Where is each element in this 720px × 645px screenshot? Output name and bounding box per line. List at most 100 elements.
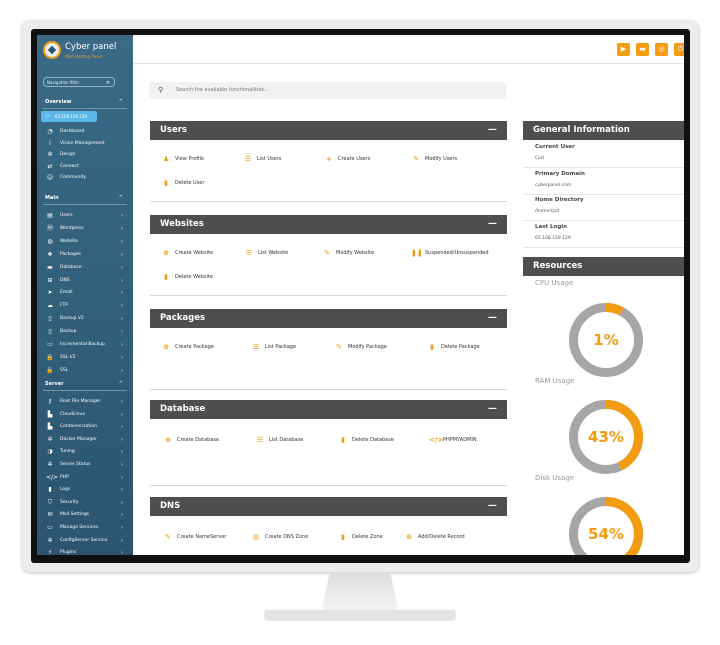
brand[interactable]: Cyber panel Web Hosting Panel bbox=[41, 38, 133, 66]
sidebar-item-ssl-v2[interactable]: 🔒 SSL V2 › bbox=[37, 352, 133, 364]
sidebar-item-dns[interactable]: ⊞ DNS › bbox=[37, 275, 133, 287]
sidebar-item-root-file-manager[interactable]: ⚷ Root File Manager › bbox=[37, 396, 133, 408]
chevron-right-icon: › bbox=[121, 424, 123, 431]
sidebar-item-label: Backup V2 bbox=[60, 316, 84, 322]
sidebar-item-ftp[interactable]: ☁ FTP › bbox=[37, 300, 133, 312]
chevron-right-icon: › bbox=[121, 411, 123, 418]
ip-address-text: 65.108.159.129 bbox=[55, 114, 87, 119]
chevron-right-icon: › bbox=[121, 277, 123, 284]
chevron-right-icon: › bbox=[121, 474, 123, 481]
sidebar-item-dashboard[interactable]: ◔ Dashboard bbox=[37, 126, 133, 138]
sidebar-section-main[interactable]: Main ^ bbox=[37, 193, 133, 203]
database-panel-header[interactable]: Database — bbox=[150, 400, 507, 419]
globe-icon: ◍ bbox=[47, 237, 53, 245]
sidebar-item-ssl[interactable]: 🔒 SSL › bbox=[37, 365, 133, 377]
globe-icon: ◍ bbox=[252, 533, 260, 541]
chevron-right-icon: › bbox=[121, 436, 123, 443]
power-icon[interactable]: ⏻ bbox=[674, 43, 684, 56]
sidebar-item-backup-v2[interactable]: ▯ Backup V2 › bbox=[37, 313, 133, 325]
sidebar-item-security[interactable]: ⛉ Security › bbox=[37, 497, 133, 509]
packages-panel-title: Packages bbox=[160, 313, 206, 323]
sidebar-item-label: Backup bbox=[60, 329, 77, 335]
gear-icon: ✲ bbox=[47, 435, 53, 443]
action-label: Delete User bbox=[175, 180, 205, 186]
sidebar-item-label: Tuning bbox=[60, 449, 75, 455]
websites-panel-header[interactable]: Websites — bbox=[150, 215, 507, 234]
shield-icon: ⛉ bbox=[47, 498, 53, 506]
key-icon: ⚷ bbox=[47, 398, 53, 405]
sidebar: Cyber panel Web Hosting Panel Navigation… bbox=[37, 35, 133, 555]
sidebar-section-server[interactable]: Server ^ bbox=[37, 379, 133, 389]
action-label: List Website bbox=[258, 250, 289, 256]
sidebar-section-overview[interactable]: Overview ^ bbox=[37, 97, 133, 107]
sidebar-item-php[interactable]: </> PHP › bbox=[37, 472, 133, 484]
users-panel-header[interactable]: Users — bbox=[150, 121, 507, 140]
collapse-icon[interactable]: — bbox=[488, 309, 497, 328]
brand-subtitle: Web Hosting Panel bbox=[65, 54, 103, 59]
edit-icon: ✎ bbox=[324, 249, 330, 257]
sidebar-item-configserver-service[interactable]: ✲ ConfigServer Service › bbox=[37, 535, 133, 547]
gear-icon: ✲ bbox=[47, 151, 53, 159]
sidebar-item-wordpress[interactable]: Ⓦ Wordpress › bbox=[37, 223, 133, 235]
ip-address-badge[interactable]: ▭ 65.108.159.129 bbox=[41, 111, 97, 122]
sidebar-item-server-status[interactable]: ✲ Server Status › bbox=[37, 459, 133, 471]
chevron-right-icon: › bbox=[121, 537, 123, 544]
sidebar-item-vision-management[interactable]: i Vision Management bbox=[37, 138, 133, 150]
navigation-filter-input[interactable]: Navigation filter ≡ bbox=[43, 77, 115, 87]
gear-icon: ✲ bbox=[47, 461, 53, 468]
action-label: Delete Package bbox=[441, 344, 480, 350]
section-divider bbox=[43, 204, 127, 205]
dns-panel-header[interactable]: DNS — bbox=[150, 497, 507, 516]
sidebar-item-users[interactable]: ▤ Users › bbox=[37, 210, 133, 222]
search-placeholder: Search the available functionalities... bbox=[176, 87, 269, 93]
sidebar-item-backup[interactable]: ▯ Backup › bbox=[37, 326, 133, 338]
sidebar-item-community[interactable]: ☺ Community bbox=[37, 172, 133, 184]
trash-icon: ▮ bbox=[164, 179, 168, 187]
action-label: Delete Website bbox=[175, 274, 213, 280]
chevron-up-icon: ^ bbox=[118, 381, 123, 387]
action-label: Create Database bbox=[177, 437, 220, 443]
sidebar-item-containerization[interactable]: ▙ Containerization › bbox=[37, 421, 133, 433]
collapse-icon[interactable]: — bbox=[488, 497, 497, 516]
collapse-icon[interactable]: — bbox=[488, 215, 497, 234]
info-value: Cpd bbox=[535, 156, 544, 161]
info-key: Home Directory bbox=[535, 197, 584, 203]
functionality-search-input[interactable]: ⚲ Search the available functionalities..… bbox=[149, 82, 506, 99]
websites-panel-title: Websites bbox=[160, 219, 204, 229]
sidebar-item-tuning[interactable]: ◑ Tuning › bbox=[37, 446, 133, 458]
sidebar-item-mail-settings[interactable]: ✉ Mail Settings › bbox=[37, 509, 133, 521]
sidebar-item-label: Users bbox=[60, 213, 73, 218]
sidebar-item-email[interactable]: ➤ Email › bbox=[37, 287, 133, 299]
packages-panel-header[interactable]: Packages — bbox=[150, 309, 507, 328]
chevron-right-icon: › bbox=[121, 316, 123, 323]
youtube-icon[interactable]: ▶ bbox=[617, 43, 630, 56]
collapse-icon[interactable]: — bbox=[488, 121, 497, 140]
sidebar-item-design[interactable]: ✲ Design bbox=[37, 149, 133, 161]
navigation-filter-placeholder: Navigation filter bbox=[47, 80, 80, 85]
sidebar-item-label: Plugins bbox=[60, 550, 77, 555]
sidebar-item-docker-manager[interactable]: ✲ Docker Manager › bbox=[37, 434, 133, 446]
sidebar-item-packages[interactable]: ❖ Packages › bbox=[37, 249, 133, 261]
chevron-right-icon: › bbox=[121, 367, 123, 374]
plus-circle-icon: ⊕ bbox=[406, 533, 412, 541]
plus-circle-icon: ⊕ bbox=[163, 249, 169, 257]
sidebar-item-connect[interactable]: ⇄ Connect bbox=[37, 161, 133, 173]
chat-icon[interactable]: ▬ bbox=[636, 43, 649, 56]
general-info-item: Current User Cpd bbox=[523, 141, 684, 168]
sidebar-item-label: SSL V2 bbox=[60, 354, 76, 360]
section-label: Main bbox=[45, 195, 59, 201]
monitor-icon: ▭ bbox=[45, 113, 50, 119]
sidebar-item-database[interactable]: ▬ Database › bbox=[37, 262, 133, 274]
sidebar-item-plugins[interactable]: ⚡ Plugins › bbox=[37, 547, 133, 555]
collapse-icon[interactable]: — bbox=[488, 400, 497, 419]
sidebar-item-label: Dashboard bbox=[60, 129, 85, 134]
users-panel-title: Users bbox=[160, 125, 187, 135]
sidebar-item-incremental-backup[interactable]: ▭ Incremental Backup › bbox=[37, 339, 133, 351]
general-info-item: Last Login 65.108.159.129 bbox=[523, 221, 684, 248]
dashboard-icon: ◔ bbox=[47, 128, 53, 135]
sidebar-item-cloudlinux[interactable]: ▙ CloudLinux › bbox=[37, 409, 133, 421]
help-icon[interactable]: ◎ bbox=[655, 43, 668, 56]
sidebar-item-website[interactable]: ◍ Website › bbox=[37, 236, 133, 248]
sidebar-item-manage-services[interactable]: ▭ Manage Services › bbox=[37, 522, 133, 534]
sidebar-item-logs[interactable]: ▮ Logs › bbox=[37, 484, 133, 496]
